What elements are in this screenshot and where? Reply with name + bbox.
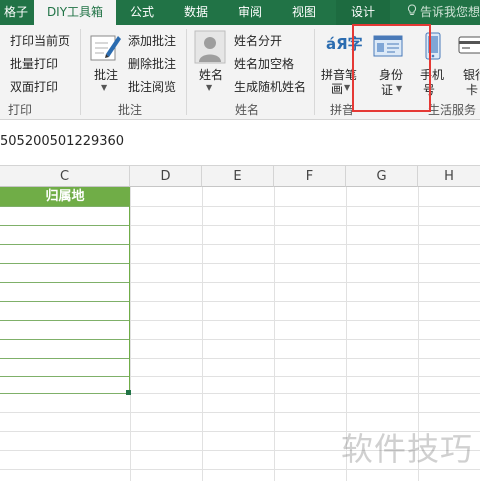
gridline [0, 412, 480, 413]
name-button[interactable]: 姓名 [199, 66, 223, 83]
highlight-box [352, 24, 431, 112]
table-border [129, 187, 130, 393]
ribbon-tab-bar: 格子 DIY工具箱 公式 数据 审阅 视图 设计 告诉我您想 [0, 0, 480, 25]
column-header-h[interactable]: H [418, 166, 480, 187]
comment-note-icon[interactable] [88, 30, 122, 67]
tab-diy-toolbox[interactable]: DIY工具箱 [34, 0, 116, 25]
view-comments-button[interactable]: 批注阅览 [128, 78, 176, 95]
table-header-location[interactable]: 归属地 [0, 187, 130, 206]
table-row [0, 244, 130, 245]
watermark: 软件技巧 [341, 430, 474, 468]
tab-review[interactable]: 审阅 [224, 0, 276, 25]
delete-comment-button[interactable]: 删除批注 [128, 55, 176, 72]
table-row [0, 358, 130, 359]
table-row [0, 263, 130, 264]
fill-handle[interactable] [126, 390, 131, 395]
group-divider [186, 29, 187, 115]
table-row [0, 282, 130, 283]
table-row [0, 393, 130, 394]
chevron-down-icon: ▼ [344, 83, 351, 92]
print-current-page-button[interactable]: 打印当前页 [10, 32, 70, 49]
table-row [0, 320, 130, 321]
chevron-down-icon: ▼ [101, 83, 108, 92]
bank-card-icon[interactable] [458, 35, 480, 58]
group-divider [314, 29, 315, 115]
table-row [0, 225, 130, 226]
name-group-label: 姓名 [235, 103, 260, 117]
life-service-group-label: 生活服务 [428, 103, 477, 117]
comment-button[interactable]: 批注 [94, 66, 118, 83]
column-header-f[interactable]: F [274, 166, 346, 187]
duplex-print-button[interactable]: 双面打印 [10, 78, 58, 95]
gridline [274, 187, 275, 481]
tab-formulas[interactable]: 公式 [116, 0, 168, 25]
bank-card-button-line2: 卡 [466, 83, 479, 97]
random-name-button[interactable]: 生成随机姓名 [234, 78, 306, 95]
table-row [0, 376, 130, 377]
column-header-e[interactable]: E [202, 166, 274, 187]
tab-view[interactable]: 视图 [278, 0, 330, 25]
name-add-space-button[interactable]: 姓名加空格 [234, 55, 294, 72]
tab-gezi[interactable]: 格子 [0, 0, 34, 25]
pinyin-stroke-button-line2: 画 [331, 82, 344, 96]
gridline [202, 187, 203, 481]
chevron-down-icon: ▼ [206, 83, 213, 92]
column-header-g[interactable]: G [346, 166, 418, 187]
tab-data[interactable]: 数据 [170, 0, 222, 25]
gridline [130, 187, 131, 481]
batch-print-button[interactable]: 批量打印 [10, 55, 58, 72]
column-header-d[interactable]: D [130, 166, 202, 187]
tell-me-search[interactable]: 告诉我您想 [407, 0, 480, 25]
pinyin-group-label: 拼音 [330, 103, 355, 117]
table-row [0, 206, 130, 207]
tab-design[interactable]: 设计 [336, 0, 390, 25]
column-header-c[interactable]: C [0, 166, 130, 187]
formula-bar[interactable]: 505200501229360 [0, 120, 480, 166]
print-group-label: 打印 [8, 103, 33, 117]
person-icon[interactable] [194, 30, 226, 67]
table-row [0, 301, 130, 302]
lightbulb-icon [407, 0, 417, 25]
comment-group-label: 批注 [118, 103, 143, 117]
group-divider [80, 29, 81, 115]
tell-me-label: 告诉我您想 [420, 5, 480, 19]
table-row [0, 339, 130, 340]
formula-input[interactable]: 505200501229360 [0, 134, 124, 149]
add-comment-button[interactable]: 添加批注 [128, 32, 176, 49]
split-name-button[interactable]: 姓名分开 [234, 32, 282, 49]
